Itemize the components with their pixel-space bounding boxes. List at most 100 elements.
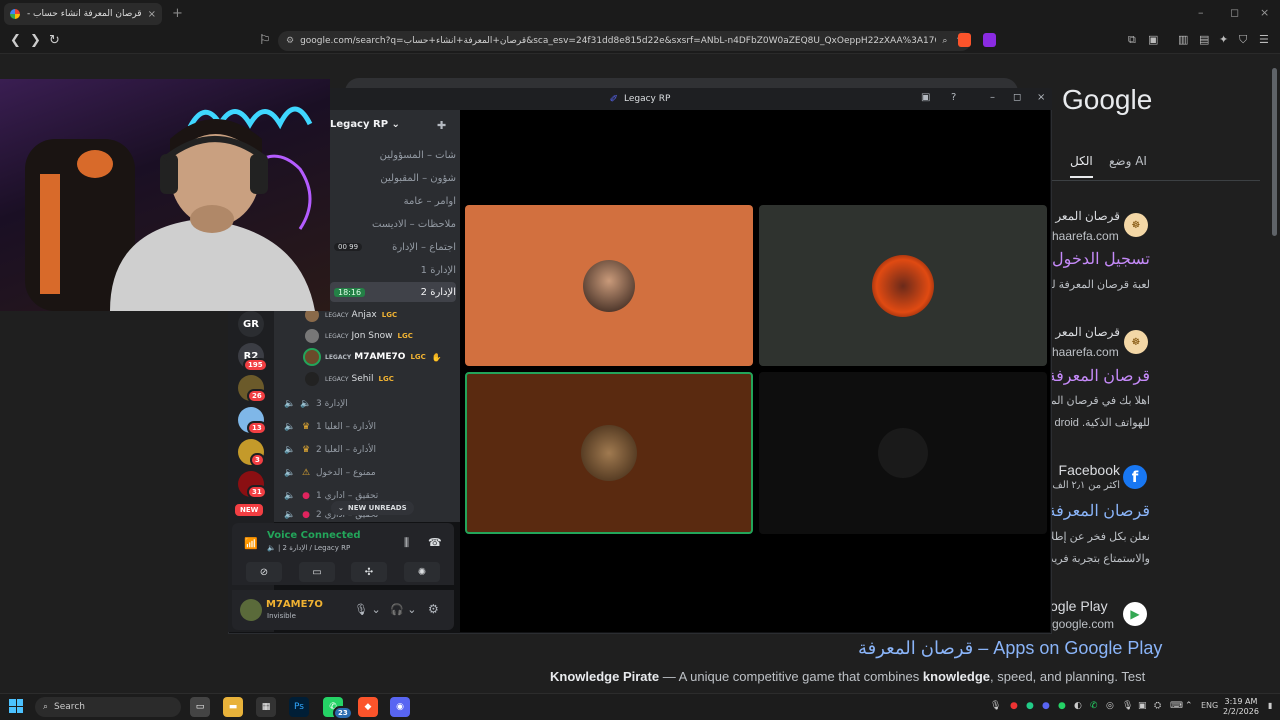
- participant-tile[interactable]: [759, 372, 1047, 534]
- file-explorer-icon[interactable]: ▬: [223, 697, 243, 717]
- soundboard-button[interactable]: ✺: [404, 562, 440, 582]
- help-icon[interactable]: ?: [951, 92, 956, 103]
- close-window-icon[interactable]: ×: [1260, 6, 1269, 19]
- chevron-up-icon[interactable]: ⌃: [1185, 701, 1193, 711]
- new-badge[interactable]: NEW: [233, 502, 266, 518]
- add-member-icon[interactable]: ✚: [437, 119, 446, 132]
- tray-app-icon[interactable]: ▣: [1138, 701, 1147, 711]
- zoom-icon[interactable]: ⌕: [942, 36, 947, 46]
- result-title-link[interactable]: قرصان المعرفة: [1052, 366, 1150, 386]
- start-icon[interactable]: [9, 699, 23, 713]
- tray-app-icon[interactable]: ●: [1058, 701, 1066, 711]
- maximize-icon[interactable]: ◻: [1230, 6, 1239, 19]
- tray-app-icon[interactable]: ●: [1042, 701, 1050, 711]
- google-logo[interactable]: Google: [1062, 84, 1152, 116]
- inbox-icon[interactable]: ▣: [921, 92, 930, 103]
- username[interactable]: M7AME7O: [266, 599, 323, 610]
- language-indicator[interactable]: ENG: [1201, 701, 1218, 710]
- disconnect-icon[interactable]: ☎: [428, 536, 442, 549]
- discord-minimize-icon[interactable]: –: [990, 92, 995, 103]
- voice-user[interactable]: LEGACY Sehil LGC: [305, 369, 394, 389]
- discord-icon[interactable]: ◉: [390, 697, 410, 717]
- server-icon[interactable]: GR: [238, 311, 264, 337]
- settings-gear-icon[interactable]: ⚙: [428, 602, 439, 616]
- user-avatar[interactable]: [240, 599, 262, 621]
- tab-ai-mode[interactable]: وضع AI: [1109, 154, 1147, 168]
- discord-maximize-icon[interactable]: ◻: [1013, 92, 1021, 103]
- voice-connected-label[interactable]: Voice Connected: [267, 530, 361, 541]
- menu-icon[interactable]: ☰: [1259, 33, 1269, 46]
- result-title-link[interactable]: قرصان المعرفة – Apps on Google Play: [858, 638, 1162, 659]
- noise-suppression-icon[interactable]: ⫼: [404, 536, 409, 550]
- activities-button[interactable]: ✣: [351, 562, 387, 582]
- headphones-icon[interactable]: 🎧 ⌄: [390, 603, 416, 616]
- minimize-icon[interactable]: –: [1198, 6, 1204, 19]
- tray-app-icon[interactable]: ⛭: [1154, 701, 1161, 711]
- voice-channel[interactable]: 🔈 🔈 الإدارة 3: [284, 394, 462, 414]
- scrollbar-thumb[interactable]: [1272, 68, 1277, 236]
- tray-app-icon[interactable]: 🎙: [990, 701, 1001, 711]
- leo-ai-icon[interactable]: ✦: [1219, 33, 1228, 46]
- brave-shield-icon[interactable]: [958, 33, 971, 47]
- new-unreads-button[interactable]: ⌄ NEW UNREADS: [331, 501, 414, 515]
- text-channel[interactable]: اوامر – عامة: [330, 191, 456, 211]
- voice-location[interactable]: 🔈 | 2 الإدارة / Legacy RP: [267, 544, 350, 552]
- voice-user-speaking[interactable]: LEGACY M7AME7O LGC ✋: [305, 347, 442, 367]
- camera-button[interactable]: ⊘: [246, 562, 282, 582]
- result-title-link[interactable]: قرصان المعرفة: [1052, 501, 1150, 521]
- speaker-icon: 🔈: [284, 491, 296, 501]
- screen-share-button[interactable]: ▭: [299, 562, 335, 582]
- brave-wallet-icon[interactable]: ▤: [1199, 33, 1209, 46]
- tray-app-icon[interactable]: ◐: [1074, 701, 1082, 711]
- text-channel[interactable]: شات – المسؤولين: [330, 145, 456, 165]
- site-info-icon[interactable]: ⚙: [286, 36, 294, 46]
- forward-icon[interactable]: ❯: [30, 33, 41, 48]
- tray-app-icon[interactable]: ⌨: [1170, 701, 1183, 711]
- tray-app-icon[interactable]: ●: [1026, 701, 1034, 711]
- wallet-icon[interactable]: ▣: [1148, 33, 1158, 46]
- voice-channel-selected[interactable]: الإدارة 2 18:16: [330, 282, 456, 302]
- participant-tile[interactable]: [759, 205, 1047, 366]
- result-site-name: قرصان المعر: [1055, 209, 1120, 223]
- voice-user[interactable]: LEGACY Jon Snow LGC: [305, 326, 413, 346]
- task-view-icon[interactable]: ▭: [190, 697, 210, 717]
- vpn-icon[interactable]: ⛉: [1239, 33, 1247, 47]
- notification-icon[interactable]: ▮: [1268, 701, 1272, 710]
- text-channel[interactable]: اجتماع – الإدارة 00 99: [330, 237, 456, 257]
- tab-close-icon[interactable]: ×: [148, 9, 156, 20]
- text-channel[interactable]: ملاحظات – الاديست: [330, 214, 456, 234]
- brave-rewards-icon[interactable]: [983, 33, 996, 47]
- taskbar-search[interactable]: ⌕ Search: [35, 697, 181, 717]
- sidebar-icon[interactable]: ▥: [1178, 33, 1188, 46]
- participant-tile[interactable]: [465, 205, 753, 366]
- discord-close-icon[interactable]: ×: [1037, 92, 1045, 103]
- server-name[interactable]: Legacy RP ⌄: [330, 119, 400, 130]
- tray-app-icon[interactable]: ✆: [1090, 701, 1098, 711]
- photoshop-icon[interactable]: Ps: [289, 697, 309, 717]
- back-icon[interactable]: ❮: [10, 33, 21, 48]
- taskbar-clock[interactable]: 3:19 AM 2/2/2026: [1223, 697, 1259, 717]
- tray-app-icon[interactable]: ●: [1010, 701, 1018, 711]
- result-title-link[interactable]: تسجيل الدخول: [1050, 249, 1150, 269]
- tray-app-icon[interactable]: 🎙: [1122, 701, 1133, 711]
- tab-all[interactable]: الكل: [1070, 154, 1093, 178]
- brave-browser-icon[interactable]: ◆: [358, 697, 378, 717]
- voice-channel[interactable]: 🔈 ⚠ ممنوع – الدخول: [284, 463, 462, 483]
- voice-channel[interactable]: 🔈 ♛ الأدارة – العليا 2: [284, 440, 462, 460]
- new-tab-button[interactable]: +: [172, 6, 183, 21]
- reload-icon[interactable]: ↻: [49, 33, 60, 48]
- microphone-icon[interactable]: 🎙 ⌄: [354, 603, 381, 616]
- signal-icon[interactable]: 📶: [244, 537, 258, 550]
- text-channel[interactable]: الإدارة 1: [330, 260, 456, 280]
- text-channel[interactable]: شؤون – المقبولين: [330, 168, 456, 188]
- url-text: google.com/search?q=قرصان+المعرفة+انشاء+…: [300, 36, 937, 46]
- url-bar[interactable]: ⚙ google.com/search?q=قرصان+المعرفة+انشا…: [278, 31, 971, 51]
- avatar: [305, 350, 319, 364]
- browser-tab[interactable]: قرصان المعرفة انشاء حساب - بحث ×: [4, 3, 162, 25]
- bookmark-icon[interactable]: ⚐: [259, 33, 271, 48]
- app-icon[interactable]: ▦: [256, 697, 276, 717]
- voice-channel[interactable]: 🔈 ♛ الأدارة – العليا 1: [284, 417, 462, 437]
- extensions-icon[interactable]: ⧉: [1128, 33, 1136, 47]
- tray-app-icon[interactable]: ◎: [1106, 701, 1114, 711]
- participant-tile-speaking[interactable]: [465, 372, 753, 534]
